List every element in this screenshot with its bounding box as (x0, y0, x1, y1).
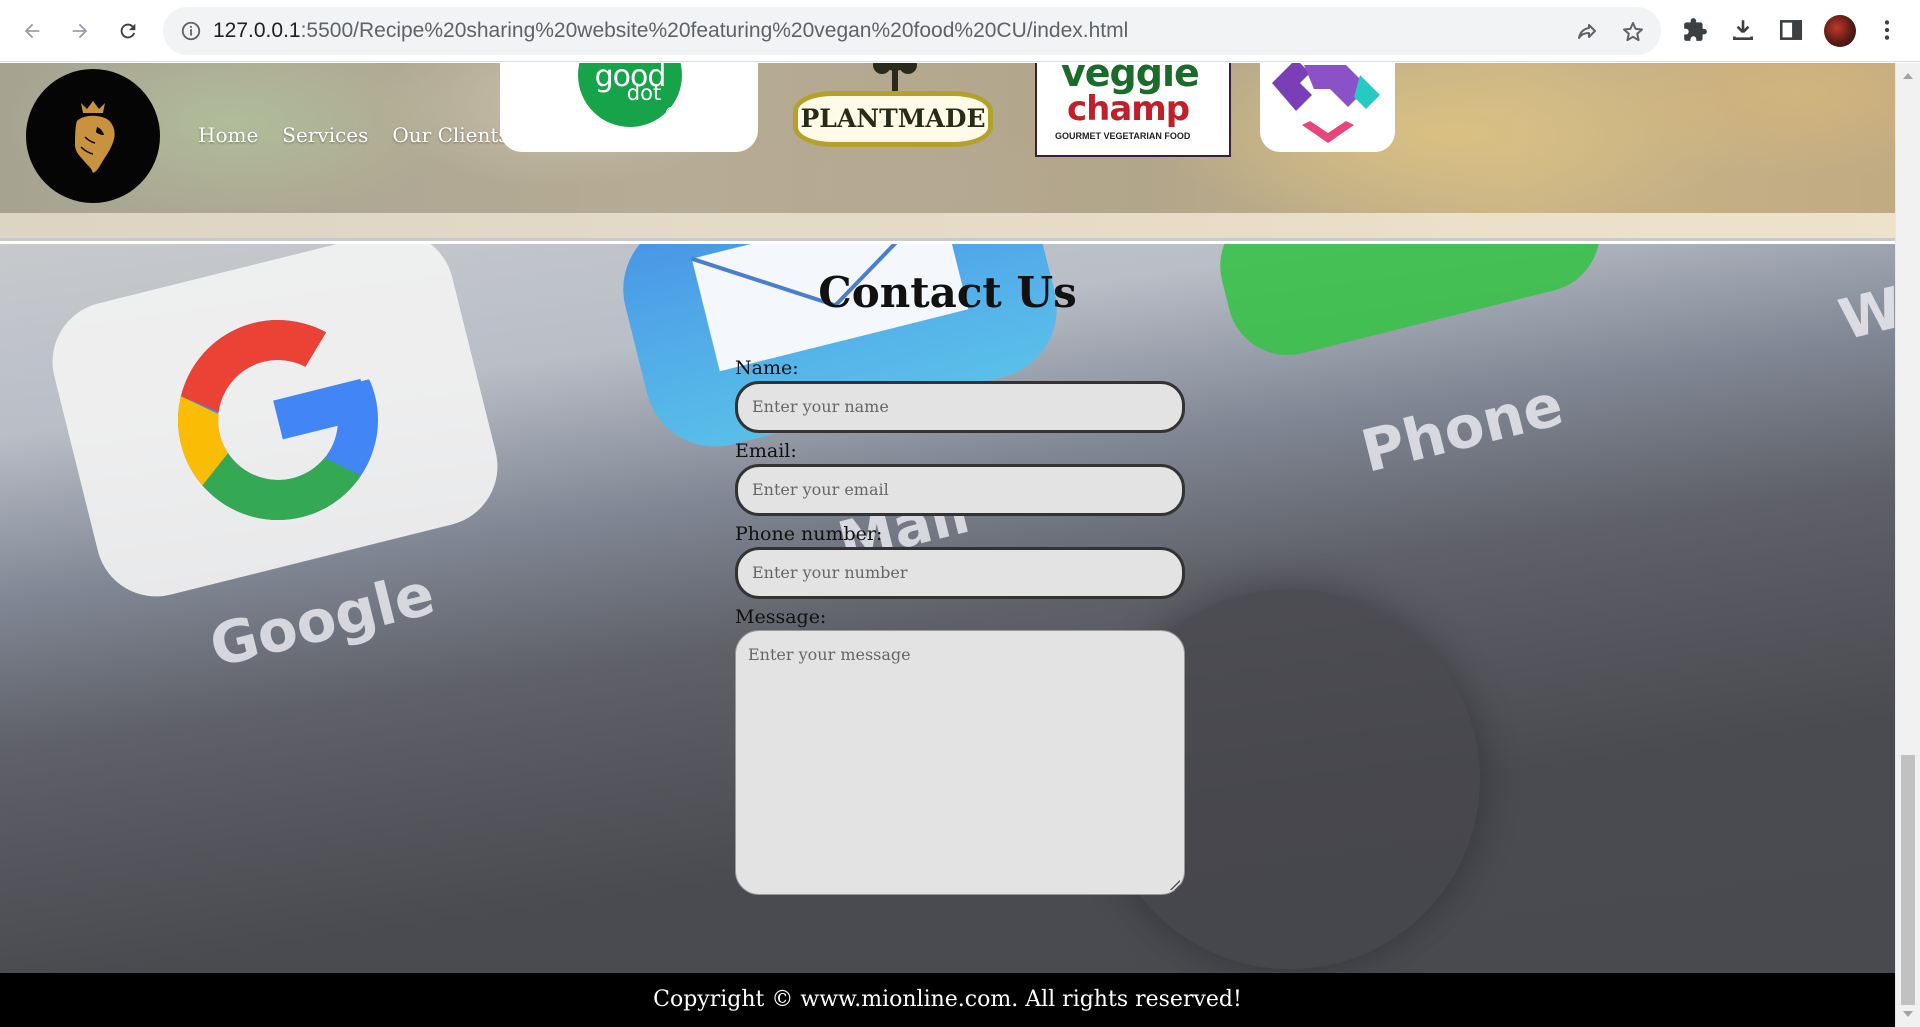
client-logo-gooddot: good dot (500, 63, 758, 152)
contact-section: Google Mail Phone W Contact Us Name: Ent… (0, 244, 1895, 1027)
champ-wordmark: champ (1067, 89, 1190, 129)
share-icon[interactable] (1575, 20, 1599, 44)
nav-home[interactable]: Home (198, 123, 258, 147)
profile-avatar[interactable] (1824, 15, 1856, 47)
more-menu-icon[interactable] (1874, 17, 1900, 43)
url-text: 127.0.0.1:5500/Recipe%20sharing%20websit… (213, 7, 1128, 55)
phone-input[interactable]: Enter your number (735, 547, 1185, 599)
gooddot-disc: good dot (578, 63, 682, 127)
resize-grip-icon[interactable] (1170, 880, 1180, 890)
email-input[interactable]: Enter your email (735, 464, 1185, 516)
scroll-down-arrow-icon[interactable] (1903, 1011, 1913, 1017)
info-icon[interactable] (180, 20, 202, 42)
side-panel-icon[interactable] (1778, 17, 1804, 43)
arrow-left-icon (24, 23, 40, 39)
site-footer: Copyright © www.mionline.com. All rights… (0, 973, 1895, 1027)
arrow-right-icon (72, 23, 88, 39)
extensions-icon[interactable] (1682, 17, 1708, 43)
site-logo[interactable] (26, 69, 160, 203)
back-button[interactable] (12, 11, 52, 51)
forward-button[interactable] (60, 11, 100, 51)
scroll-up-arrow-icon[interactable] (1903, 73, 1913, 79)
client-logo-nn (1260, 63, 1395, 152)
plantmade-wordmark: PLANTMADE (793, 91, 993, 147)
scrollbar-thumb[interactable] (1901, 755, 1915, 1005)
nn-brand-icon (1272, 63, 1380, 143)
contact-form: Name: Enter your name Email: Enter your … (735, 355, 1190, 895)
browser-toolbar: 127.0.0.1:5500/Recipe%20sharing%20websit… (0, 0, 1920, 62)
message-placeholder: Enter your message (748, 645, 911, 664)
reload-icon (120, 23, 136, 39)
email-label: Email: (735, 440, 797, 462)
lion-crown-icon (75, 101, 115, 173)
client-logo-plantmade: PLANTMADE (790, 63, 998, 147)
gooddot-word-dot: dot (626, 81, 662, 105)
reload-button[interactable] (108, 11, 148, 51)
message-label: Message: (735, 606, 827, 628)
main-navigation: Home Services Our Clients (198, 123, 509, 147)
veggie-tagline: GOURMET VEGETARIAN FOOD (1055, 131, 1191, 141)
name-label: Name: (735, 357, 799, 379)
page-viewport: Home Services Our Clients good dot PLANT… (0, 63, 1895, 1027)
url-host: 127.0.0.1 (213, 19, 301, 42)
nav-services[interactable]: Services (282, 123, 368, 147)
message-textarea[interactable]: Enter your message (735, 630, 1185, 895)
page-scrollbar[interactable] (1895, 63, 1920, 1027)
download-icon[interactable] (1730, 17, 1756, 43)
header-divider (0, 213, 1895, 241)
address-bar[interactable]: 127.0.0.1:5500/Recipe%20sharing%20websit… (163, 7, 1661, 55)
phone-label: Phone number: (735, 523, 883, 545)
bookmark-star-icon[interactable] (1621, 20, 1645, 44)
phone-app-label: Phone (1354, 370, 1570, 486)
contact-title: Contact Us (818, 268, 1077, 317)
url-path: :5500/Recipe%20sharing%20website%20featu… (300, 19, 1129, 42)
nav-our-clients[interactable]: Our Clients (392, 123, 508, 147)
registered-mark-icon (666, 107, 677, 118)
client-logo-veggie-champ: veggie champ GOURMET VEGETARIAN FOOD (1035, 63, 1231, 157)
copyright-text: Copyright © www.mionline.com. All rights… (653, 987, 1242, 1012)
name-input[interactable]: Enter your name (735, 381, 1185, 433)
